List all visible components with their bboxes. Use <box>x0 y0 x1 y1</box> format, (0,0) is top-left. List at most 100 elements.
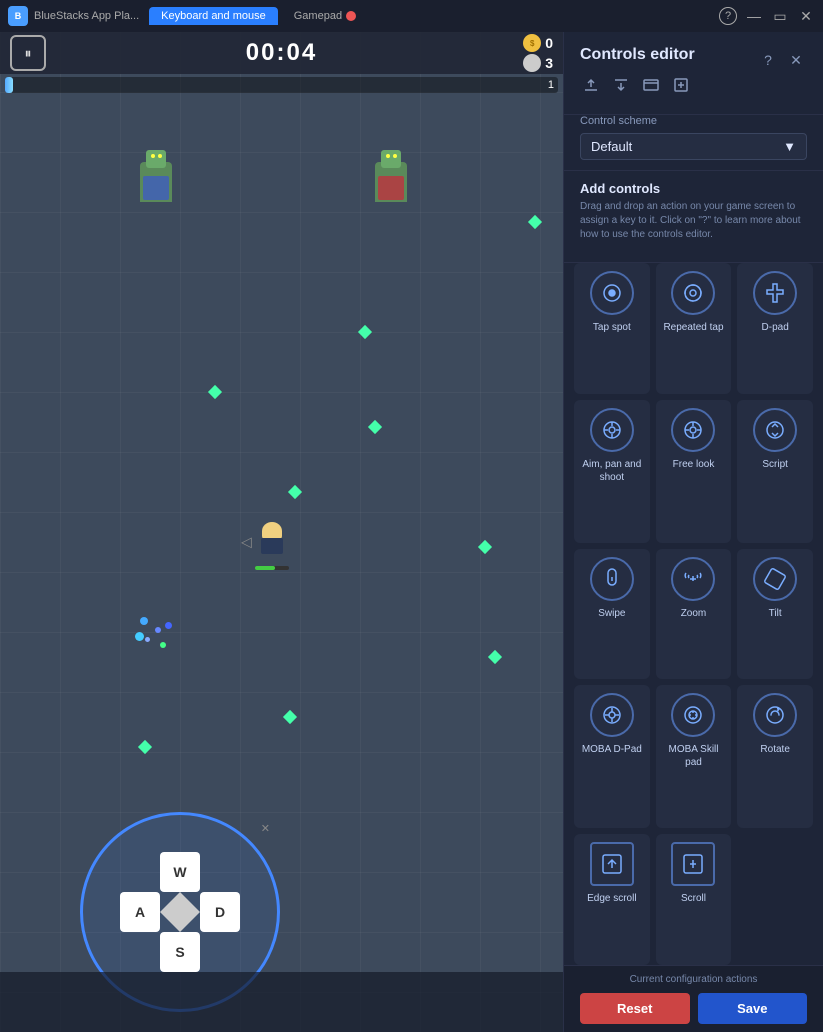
dpad-right[interactable]: D <box>200 892 240 932</box>
control-tilt[interactable]: Tilt <box>737 549 813 680</box>
dpad-up[interactable]: W <box>160 852 200 892</box>
game-bottom-bar <box>0 972 563 1032</box>
window-controls: ? — ▭ ✕ <box>719 7 815 25</box>
script-icon <box>753 408 797 452</box>
app-name: BlueStacks App Pla... <box>34 10 139 22</box>
zombie-1-body <box>140 162 172 202</box>
current-config-label: Current configuration actions <box>580 974 807 985</box>
player-torso <box>261 538 283 554</box>
tab-gamepad[interactable]: Gamepad <box>282 7 368 25</box>
control-moba-skill[interactable]: MOBA Skill pad <box>656 685 732 828</box>
rotate-icon <box>753 693 797 737</box>
moba-dpad-icon <box>590 693 634 737</box>
tab-keyboard[interactable]: Keyboard and mouse <box>149 7 278 25</box>
rotate-label: Rotate <box>760 743 789 756</box>
zoom-icon <box>671 557 715 601</box>
controls-title: Controls editor <box>580 46 695 64</box>
control-moba-dpad[interactable]: MOBA D-Pad <box>574 685 650 828</box>
control-script[interactable]: Script <box>737 400 813 543</box>
zombie-1 <box>140 162 172 202</box>
player-body <box>255 522 289 562</box>
zombie-1-eyes <box>146 154 166 158</box>
main-content: ⏸ 00:04 $ 0 3 1 <box>0 32 823 1032</box>
edge-scroll-icon <box>590 842 634 886</box>
reset-button[interactable]: Reset <box>580 993 690 1024</box>
panel-close-button[interactable]: ✕ <box>785 49 807 71</box>
close-button[interactable]: ✕ <box>797 7 815 25</box>
scheme-share-icon[interactable] <box>640 74 662 96</box>
controls-header: Controls editor ? ✕ <box>564 32 823 115</box>
panel-help-button[interactable]: ? <box>757 49 779 71</box>
control-free-look[interactable]: Free look <box>656 400 732 543</box>
player-arrow: ◁ <box>241 534 252 551</box>
zombie-1-shirt <box>143 176 169 200</box>
aim-pan-shoot-label: Aim, pan and shoot <box>578 458 646 484</box>
health-bar-number: 1 <box>548 77 554 93</box>
swipe-icon <box>590 557 634 601</box>
controls-header-row: Controls editor ? ✕ <box>580 46 807 74</box>
zombie-1-eye-left <box>151 154 155 158</box>
controls-grid: Tap spot Repeated tap D-pad <box>564 263 823 965</box>
score-area: $ 0 3 <box>523 34 553 72</box>
player: ◁ <box>255 522 289 562</box>
brain-icon <box>523 54 541 72</box>
scheme-section: Control scheme Default ▼ <box>564 115 823 171</box>
title-bar: B BlueStacks App Pla... Keyboard and mou… <box>0 0 823 32</box>
coin-icon: $ <box>523 34 541 52</box>
scheme-upload-icon[interactable] <box>580 74 602 96</box>
dpad-center <box>160 892 200 932</box>
control-scroll[interactable]: Scroll <box>656 834 732 965</box>
game-timer: 00:04 <box>246 39 317 67</box>
save-button[interactable]: Save <box>698 993 808 1024</box>
app-logo: B <box>8 6 28 26</box>
control-rotate[interactable]: Rotate <box>737 685 813 828</box>
tilt-label: Tilt <box>769 607 782 620</box>
player-health-fill <box>255 566 275 570</box>
zombie-2-shirt <box>378 176 404 200</box>
control-dpad[interactable]: D-pad <box>737 263 813 394</box>
zombie-2-body <box>375 162 407 202</box>
control-aim-pan-shoot[interactable]: Aim, pan and shoot <box>574 400 650 543</box>
control-tap-spot[interactable]: Tap spot <box>574 263 650 394</box>
moba-skill-icon <box>671 693 715 737</box>
dpad-down[interactable]: S <box>160 932 200 972</box>
scheme-add-icon[interactable] <box>670 74 692 96</box>
coin-value: 0 <box>545 35 553 51</box>
repeated-tap-icon <box>671 271 715 315</box>
brain-score: 3 <box>523 54 553 72</box>
controls-panel: Controls editor ? ✕ <box>563 32 823 1032</box>
help-button[interactable]: ? <box>719 7 737 25</box>
zombie-2-eye-left <box>386 154 390 158</box>
add-controls-title: Add controls <box>580 181 807 196</box>
dpad-cross: W S A D <box>120 852 240 972</box>
brain-value: 3 <box>545 55 553 71</box>
control-swipe[interactable]: Swipe <box>574 549 650 680</box>
swipe-label: Swipe <box>598 607 625 620</box>
edge-scroll-label: Edge scroll <box>587 892 636 905</box>
dpad-dismiss[interactable]: ✕ <box>261 822 270 835</box>
scheme-select[interactable]: Default ▼ <box>580 133 807 160</box>
add-controls-section: Add controls Drag and drop an action on … <box>564 171 823 263</box>
scheme-selected-value: Default <box>591 139 632 154</box>
restore-button[interactable]: ▭ <box>771 7 789 25</box>
health-bar: 1 <box>5 77 558 93</box>
tilt-icon <box>753 557 797 601</box>
add-controls-desc: Drag and drop an action on your game scr… <box>580 200 807 242</box>
control-zoom[interactable]: Zoom <box>656 549 732 680</box>
control-repeated-tap[interactable]: Repeated tap <box>656 263 732 394</box>
control-edge-scroll[interactable]: Edge scroll <box>574 834 650 965</box>
bottom-action-bar: Current configuration actions Reset Save <box>564 965 823 1032</box>
player-health-bar <box>255 566 289 570</box>
scheme-dropdown-arrow: ▼ <box>783 139 796 154</box>
pause-button[interactable]: ⏸ <box>10 35 46 71</box>
zombie-2-eyes <box>381 154 401 158</box>
scroll-icon <box>671 842 715 886</box>
minimize-button[interactable]: — <box>745 7 763 25</box>
zombie-2 <box>375 162 407 202</box>
scheme-export-icon[interactable] <box>610 74 632 96</box>
aim-pan-shoot-icon <box>590 408 634 452</box>
free-look-icon <box>671 408 715 452</box>
dpad-left[interactable]: A <box>120 892 160 932</box>
tap-spot-icon <box>590 271 634 315</box>
zombie-1-head <box>146 150 166 168</box>
